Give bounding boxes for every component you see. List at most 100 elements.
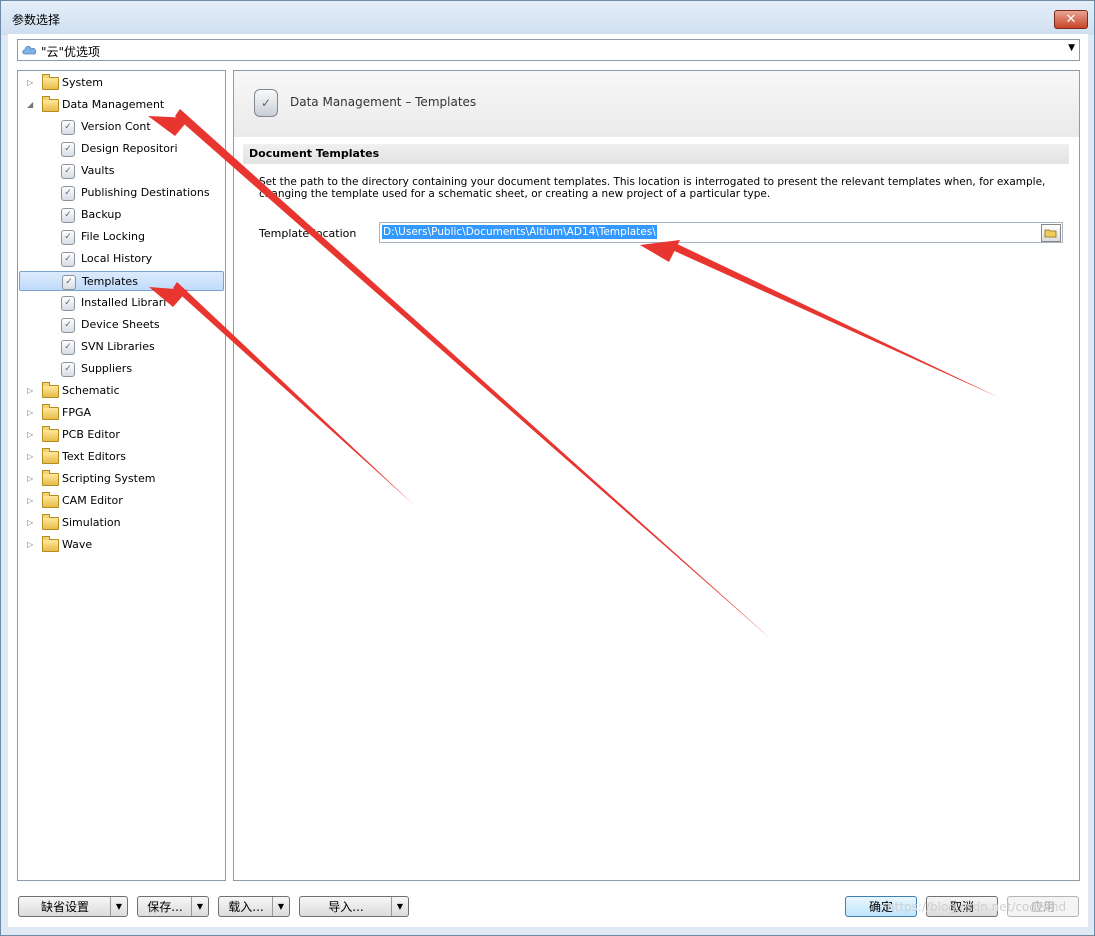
tree-item-label: Device Sheets [81, 318, 160, 331]
tree-page[interactable]: ✓ Device Sheets [19, 315, 224, 335]
chevron-down-icon[interactable]: ▼ [272, 897, 289, 916]
expand-icon[interactable]: ▷ [27, 452, 35, 462]
tree-page[interactable]: ✓ Vaults [19, 161, 224, 181]
tree-folder[interactable]: ▷ System [19, 73, 224, 93]
watermark: https://blog.csdn.net/codechd [887, 900, 1067, 914]
tree-item-label: File Locking [81, 230, 145, 243]
tree-item-label: FPGA [62, 406, 92, 419]
tree-item-label: Local History [81, 252, 153, 265]
save-label: 保存... [147, 900, 183, 914]
chevron-down-icon[interactable]: ▼ [110, 897, 127, 916]
defaults-button[interactable]: 缺省设置 ▼ [18, 896, 128, 917]
database-icon: ✓ [61, 164, 75, 179]
preferences-window: 参数选择 ✕ "云"优选项 ▼ ▷ System ◢ Data Management ✓… [0, 0, 1095, 936]
database-icon: ✓ [254, 89, 278, 117]
scope-label: "云"优选项 [41, 45, 101, 59]
tree-page[interactable]: ✓ Suppliers [19, 359, 224, 379]
database-icon: ✓ [61, 252, 75, 267]
close-button[interactable]: ✕ [1054, 10, 1088, 29]
tree-item-label: Wave [62, 538, 93, 551]
import-label: 导入... [328, 900, 364, 914]
browse-folder-button[interactable] [1041, 224, 1061, 242]
load-button[interactable]: 载入... ▼ [218, 896, 290, 917]
folder-icon [42, 492, 59, 508]
tree-item-label: Installed Librari [81, 296, 167, 309]
expand-icon[interactable]: ▷ [27, 78, 35, 88]
expand-icon[interactable]: ▷ [27, 540, 35, 550]
panel-header: ✓ Data Management – Templates [234, 71, 1079, 137]
tree-item-label: System [62, 76, 104, 89]
tree-page[interactable]: ✓ Version Cont [19, 117, 224, 137]
tree-folder[interactable]: ▷ Simulation [19, 513, 224, 533]
tree-item-label: PCB Editor [62, 428, 120, 441]
section-description: Set the path to the directory containing… [259, 176, 1069, 200]
tree-page[interactable]: ✓ Installed Librari [19, 293, 224, 313]
expand-icon[interactable]: ▷ [27, 474, 35, 484]
database-icon: ✓ [61, 186, 75, 201]
tree-folder[interactable]: ▷ Scripting System [19, 469, 224, 489]
tree-item-label: Simulation [62, 516, 121, 529]
load-label: 载入... [228, 900, 264, 914]
panel-title: Data Management – Templates [290, 95, 477, 109]
chevron-down-icon[interactable]: ▼ [1068, 43, 1075, 53]
database-icon: ✓ [61, 208, 75, 223]
database-icon: ✓ [61, 340, 75, 355]
folder-icon [42, 96, 59, 112]
chevron-down-icon[interactable]: ▼ [391, 897, 408, 916]
save-button[interactable]: 保存... ▼ [137, 896, 209, 917]
folder-icon [42, 448, 59, 464]
tree-page[interactable]: ✓ SVN Libraries [19, 337, 224, 357]
cloud-icon [22, 46, 37, 55]
template-location-label: Template location [259, 227, 357, 240]
folder-icon [42, 74, 59, 90]
tree-folder[interactable]: ▷ CAM Editor [19, 491, 224, 511]
folder-icon [42, 536, 59, 552]
chevron-down-icon[interactable]: ▼ [191, 897, 208, 916]
tree-folder[interactable]: ◢ Data Management [19, 95, 224, 115]
database-icon: ✓ [61, 296, 75, 311]
tree-folder[interactable]: ▷ Schematic [19, 381, 224, 401]
scope-dropdown[interactable]: "云"优选项 ▼ [17, 39, 1080, 61]
description-line-1: Set the path to the directory containing… [259, 176, 1046, 188]
collapse-icon[interactable]: ◢ [27, 100, 35, 110]
tree-page[interactable]: ✓ Publishing Destinations [19, 183, 224, 203]
expand-icon[interactable]: ▷ [27, 430, 35, 440]
tree-page[interactable]: ✓ File Locking [19, 227, 224, 247]
tree-item-label: Data Management [62, 98, 165, 111]
tree-item-label: Scripting System [62, 472, 156, 485]
expand-icon[interactable]: ▷ [27, 408, 35, 418]
template-location-field[interactable]: D:\Users\Public\Documents\Altium\AD14\Te… [379, 222, 1063, 243]
import-button[interactable]: 导入... ▼ [299, 896, 409, 917]
tree-folder[interactable]: ▷ Wave [19, 535, 224, 555]
tree-folder[interactable]: ▷ FPGA [19, 403, 224, 423]
title-bar: 参数选择 ✕ [1, 1, 1094, 35]
expand-icon[interactable]: ▷ [27, 518, 35, 528]
expand-icon[interactable]: ▷ [27, 386, 35, 396]
tree-item-label: Text Editors [62, 450, 127, 463]
tree-item-label: Publishing Destinations [81, 186, 210, 199]
tree-item-label: Vaults [81, 164, 115, 177]
folder-icon [42, 470, 59, 486]
database-icon: ✓ [61, 362, 75, 377]
preferences-tree[interactable]: ▷ System ◢ Data Management ✓ Version Cont ✓ Des… [17, 70, 226, 881]
folder-icon [42, 426, 59, 442]
tree-folder[interactable]: ▷ PCB Editor [19, 425, 224, 445]
tree-item-label: Design Repositori [81, 142, 178, 155]
tree-item-label: Templates [82, 275, 138, 288]
window-title: 参数选择 [12, 13, 61, 27]
expand-icon[interactable]: ▷ [27, 496, 35, 506]
tree-item-label: CAM Editor [62, 494, 123, 507]
template-location-value[interactable]: D:\Users\Public\Documents\Altium\AD14\Te… [382, 225, 657, 239]
tree-folder[interactable]: ▷ Text Editors [19, 447, 224, 467]
folder-icon [42, 404, 59, 420]
section-header: Document Templates [243, 144, 1069, 164]
database-icon: ✓ [62, 275, 76, 290]
tree-page[interactable]: ✓ Design Repositori [19, 139, 224, 159]
dialog-content: "云"优选项 ▼ ▷ System ◢ Data Management ✓ Version… [8, 34, 1088, 927]
defaults-label: 缺省设置 [40, 900, 89, 914]
tree-page[interactable]: ✓ Backup [19, 205, 224, 225]
folder-icon [42, 514, 59, 530]
database-icon: ✓ [61, 230, 75, 245]
tree-page[interactable]: ✓ Templates [19, 271, 224, 291]
tree-page[interactable]: ✓ Local History [19, 249, 224, 269]
